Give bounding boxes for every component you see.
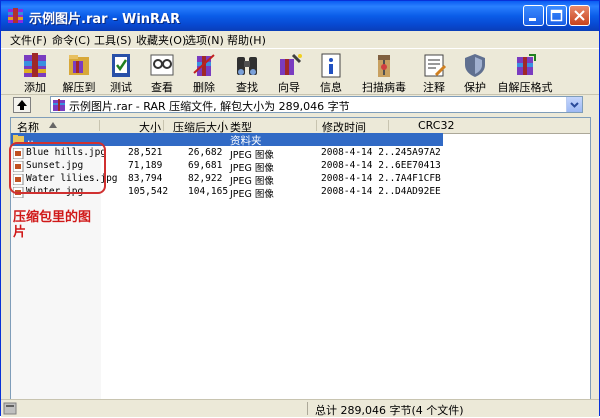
status-divider	[307, 402, 308, 415]
menu-help[interactable]: 帮助(H)	[227, 32, 266, 48]
menu-tools[interactable]: 工具(S)	[94, 32, 132, 48]
column-divider[interactable]	[223, 120, 224, 131]
close-button[interactable]	[569, 5, 590, 26]
self-extracting-icon	[517, 54, 536, 75]
file-packed-size: 104,165	[188, 186, 229, 197]
file-modified: 2008-4-14 2...	[321, 173, 402, 184]
file-packed-size: 82,922	[188, 173, 223, 184]
column-divider[interactable]	[316, 120, 317, 131]
file-modified: 2008-4-14 2...	[321, 160, 402, 171]
archive-icon	[53, 99, 65, 111]
archive-status-icon	[3, 402, 17, 415]
winrar-app-icon	[8, 8, 23, 23]
file-crc: 245A97A2	[395, 147, 441, 158]
extract-icon	[69, 55, 89, 75]
file-packed-size: 69,681	[188, 160, 223, 171]
status-bar: 总计 289,046 字节(4 个文件)	[1, 399, 599, 417]
file-crc: 7A4F1CFB	[395, 173, 441, 184]
annotation-highlight	[9, 142, 106, 194]
address-bar: 示例图片.rar - RAR 压缩文件, 解包大小为 289,046 字节	[1, 94, 599, 115]
close-icon	[574, 10, 585, 21]
delete-icon	[193, 54, 215, 76]
menu-file[interactable]: 文件(F)	[10, 32, 47, 48]
maximize-button[interactable]	[546, 5, 567, 26]
file-size: 71,189	[128, 160, 163, 171]
column-crc32[interactable]: CRC32	[418, 119, 454, 132]
protect-button[interactable]: 保护	[454, 51, 496, 94]
file-type: JPEG 图像	[230, 176, 274, 187]
info-button[interactable]: 信息	[310, 51, 352, 94]
column-divider[interactable]	[388, 120, 389, 131]
annotation-text: 压缩包里的图片	[13, 210, 92, 240]
wizard-icon	[280, 53, 302, 75]
chevron-down-icon	[570, 102, 579, 108]
scan-virus-button[interactable]: 扫描病毒	[362, 51, 406, 94]
file-size: 28,521	[128, 147, 163, 158]
menu-commands[interactable]: 命令(C)	[52, 32, 90, 48]
sort-arrow-icon	[49, 122, 57, 128]
address-text: 示例图片.rar - RAR 压缩文件, 解包大小为 289,046 字节	[69, 100, 350, 113]
column-divider[interactable]	[99, 120, 100, 131]
file-type: JPEG 图像	[230, 163, 274, 174]
up-arrow-icon	[17, 100, 27, 110]
winrar-window: 示例图片.rar - WinRAR 文件(F) 命令(C) 工具(S) 收藏夹(…	[0, 0, 600, 417]
comment-icon	[424, 54, 447, 77]
toolbar: 添加 解压到 测试 查看 删除 查找 向导 信息 扫描病毒 注释 保护 自解压格…	[1, 48, 599, 95]
up-folder-button[interactable]	[13, 97, 31, 113]
file-packed-size: 26,682	[188, 147, 223, 158]
file-type: JPEG 图像	[230, 150, 274, 161]
address-dropdown-button[interactable]	[566, 97, 582, 112]
info-icon	[321, 53, 341, 78]
binoculars-icon	[237, 57, 257, 75]
column-divider[interactable]	[163, 120, 164, 131]
window-title: 示例图片.rar - WinRAR	[29, 12, 181, 27]
virus-scan-icon	[378, 55, 390, 77]
sfx-button[interactable]: 自解压格式	[498, 51, 553, 94]
file-crc: D4AD92EE	[395, 186, 441, 197]
file-size: 83,794	[128, 173, 163, 184]
view-icon	[150, 54, 174, 76]
file-modified: 2008-4-14 2...	[321, 186, 402, 197]
minimize-button[interactable]	[523, 5, 544, 26]
test-icon	[112, 54, 130, 77]
address-field[interactable]: 示例图片.rar - RAR 压缩文件, 解包大小为 289,046 字节	[50, 96, 583, 113]
file-modified: 2008-4-14 2...	[321, 147, 402, 158]
shield-icon	[465, 54, 485, 77]
file-size: 105,542	[128, 186, 169, 197]
file-crc: 6EE70413	[395, 160, 441, 171]
sfx-label: 自解压格式	[497, 81, 553, 94]
menu-bar: 文件(F) 命令(C) 工具(S) 收藏夹(O) 选项(N) 帮助(H)	[1, 31, 599, 47]
maximize-icon	[550, 9, 563, 22]
menu-favorites[interactable]: 收藏夹(O)	[136, 32, 186, 48]
add-archive-icon	[24, 53, 46, 77]
menu-options[interactable]: 选项(N)	[185, 32, 224, 48]
file-type: JPEG 图像	[230, 189, 274, 200]
parent-folder-type: 资料夹	[230, 135, 262, 147]
minimize-icon	[529, 18, 536, 21]
title-bar[interactable]: 示例图片.rar - WinRAR	[1, 1, 599, 31]
list-header: 名称 大小 压缩后大小 类型 修改时间 CRC32	[11, 118, 590, 134]
